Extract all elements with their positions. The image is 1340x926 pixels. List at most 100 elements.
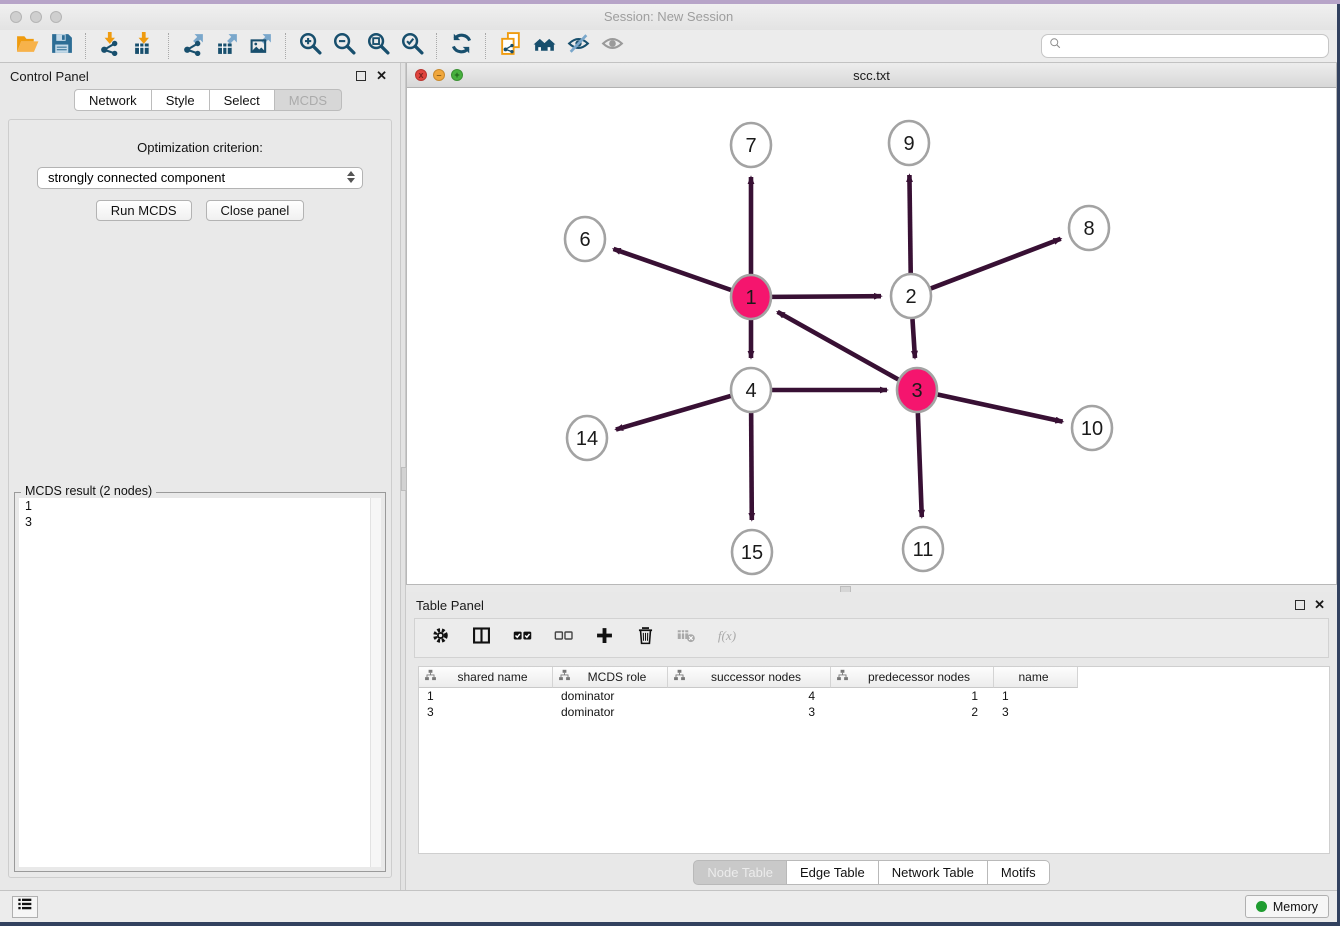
new-network-from-selection-button[interactable] (493, 32, 527, 60)
graph-node-11[interactable]: 11 (903, 527, 943, 571)
graph-edge-1-6[interactable] (614, 249, 731, 290)
graph-node-6[interactable]: 6 (565, 217, 605, 261)
table-cell[interactable]: 1 (994, 688, 1078, 704)
graph-edge-3-11[interactable] (918, 413, 922, 517)
export-image-button[interactable] (244, 32, 278, 60)
search-box[interactable] (1041, 34, 1329, 58)
close-table-panel-icon[interactable]: ✕ (1314, 597, 1325, 613)
table-row[interactable]: 3dominator323 (419, 704, 1329, 720)
table-cell[interactable]: 4 (668, 688, 831, 704)
graph-node-15[interactable]: 15 (732, 530, 772, 574)
tab-select[interactable]: Select (210, 89, 275, 111)
graph-edge-1-2[interactable] (772, 296, 881, 297)
deselect-all-rows-button[interactable] (552, 627, 574, 649)
maximize-window-icon[interactable] (50, 11, 62, 23)
delete-columns-button[interactable] (634, 627, 656, 649)
zoom-view-icon[interactable]: + (451, 69, 463, 81)
tab-node-table[interactable]: Node Table (693, 860, 787, 885)
svg-text:9: 9 (903, 133, 914, 155)
deselect-all-rows-icon (553, 625, 574, 651)
select-all-rows-button[interactable] (511, 627, 533, 649)
zoom-selected-button[interactable] (395, 32, 429, 60)
graph-edge-2-8[interactable] (931, 239, 1061, 289)
graph-node-14[interactable]: 14 (567, 416, 607, 460)
table-cell[interactable]: 3 (994, 704, 1078, 720)
float-table-panel-icon[interactable] (1295, 600, 1305, 610)
minimize-window-icon[interactable] (30, 11, 42, 23)
table-cell[interactable]: 3 (668, 704, 831, 720)
toolbar-separator (485, 33, 486, 59)
column-header-predecessor-nodes[interactable]: predecessor nodes (831, 667, 994, 688)
graph-edge-2-9[interactable] (909, 175, 910, 273)
mcds-result-textarea[interactable]: 13 (19, 498, 381, 867)
export-network-button[interactable] (176, 32, 210, 60)
select-stepper-icon (347, 171, 355, 183)
tab-mcds[interactable]: MCDS (275, 89, 342, 111)
delete-table-icon (676, 625, 697, 651)
table-row[interactable]: 1dominator411 (419, 688, 1329, 704)
screen: Session: New Session Control Panel ✕ Net… (0, 0, 1340, 926)
column-header-name[interactable]: name (994, 667, 1078, 688)
first-neighbors-button[interactable] (527, 32, 561, 60)
graph-node-2[interactable]: 2 (891, 274, 931, 318)
graph-node-10[interactable]: 10 (1072, 406, 1112, 450)
graph-edge-3-10[interactable] (938, 394, 1063, 421)
table-options-button[interactable] (429, 627, 451, 649)
optimization-criterion-select[interactable]: strongly connected component (37, 167, 363, 189)
table-cell[interactable]: dominator (553, 688, 668, 704)
tab-style[interactable]: Style (152, 89, 210, 111)
result-scrollbar[interactable] (370, 498, 381, 867)
table-cell[interactable]: dominator (553, 704, 668, 720)
table-cell[interactable]: 3 (419, 704, 553, 720)
graph-node-4[interactable]: 4 (731, 368, 771, 412)
zoom-fit-button[interactable] (361, 32, 395, 60)
export-table-button[interactable] (210, 32, 244, 60)
graph-node-7[interactable]: 7 (731, 123, 771, 167)
right-column: x–+ scc.txt 7968124314101511 Table Panel… (406, 63, 1337, 890)
table-cell[interactable]: 1 (831, 688, 994, 704)
graph-edge-2-3[interactable] (912, 319, 914, 358)
open-session-button[interactable] (10, 32, 44, 60)
network-graph[interactable]: 7 9 6 8 1 2 4 3 14 10 15 11 (407, 88, 1336, 584)
memory-button[interactable]: Memory (1245, 895, 1329, 918)
close-panel-icon[interactable]: ✕ (376, 68, 387, 84)
hide-selected-button[interactable] (561, 32, 595, 60)
close-panel-button[interactable]: Close panel (206, 200, 305, 221)
save-session-button[interactable] (44, 32, 78, 60)
network-view-window: x–+ scc.txt 7968124314101511 (406, 63, 1337, 585)
graph-edge-4-15[interactable] (751, 413, 752, 520)
close-view-icon[interactable]: x (415, 69, 427, 81)
graph-node-8[interactable]: 8 (1069, 206, 1109, 250)
table-cell[interactable]: 2 (831, 704, 994, 720)
column-header-successor-nodes[interactable]: successor nodes (668, 667, 831, 688)
graph-edge-4-14[interactable] (616, 396, 731, 430)
column-header-MCDS-role[interactable]: MCDS role (553, 667, 668, 688)
zoom-out-button[interactable] (327, 32, 361, 60)
graph-edge-3-1[interactable] (778, 312, 899, 380)
float-panel-icon[interactable] (356, 71, 366, 81)
run-mcds-button[interactable]: Run MCDS (96, 200, 192, 221)
create-column-button[interactable] (593, 627, 615, 649)
apply-layout-button[interactable] (444, 32, 478, 60)
import-network-button[interactable] (93, 32, 127, 60)
close-window-icon[interactable] (10, 11, 22, 23)
tab-motifs[interactable]: Motifs (988, 860, 1050, 885)
search-input[interactable] (1063, 36, 1328, 56)
tab-edge-table[interactable]: Edge Table (787, 860, 879, 885)
minimize-view-icon[interactable]: – (433, 69, 445, 81)
tab-network[interactable]: Network (74, 89, 152, 111)
control-panel-tabs: NetworkStyleSelectMCDS (74, 89, 400, 111)
graph-node-1[interactable]: 1 (731, 275, 771, 319)
column-header-shared-name[interactable]: shared name (419, 667, 553, 688)
graph-node-9[interactable]: 9 (889, 121, 929, 165)
network-canvas[interactable]: 7 9 6 8 1 2 4 3 14 10 15 11 (407, 88, 1336, 584)
tab-network-table[interactable]: Network Table (879, 860, 988, 885)
show-columns-button[interactable] (470, 627, 492, 649)
horizontal-splitter[interactable] (406, 585, 1337, 592)
graph-node-3[interactable]: 3 (897, 368, 937, 412)
task-history-button[interactable] (12, 896, 38, 918)
table-header-filler (1078, 667, 1329, 688)
import-table-button[interactable] (127, 32, 161, 60)
table-cell[interactable]: 1 (419, 688, 553, 704)
zoom-in-button[interactable] (293, 32, 327, 60)
